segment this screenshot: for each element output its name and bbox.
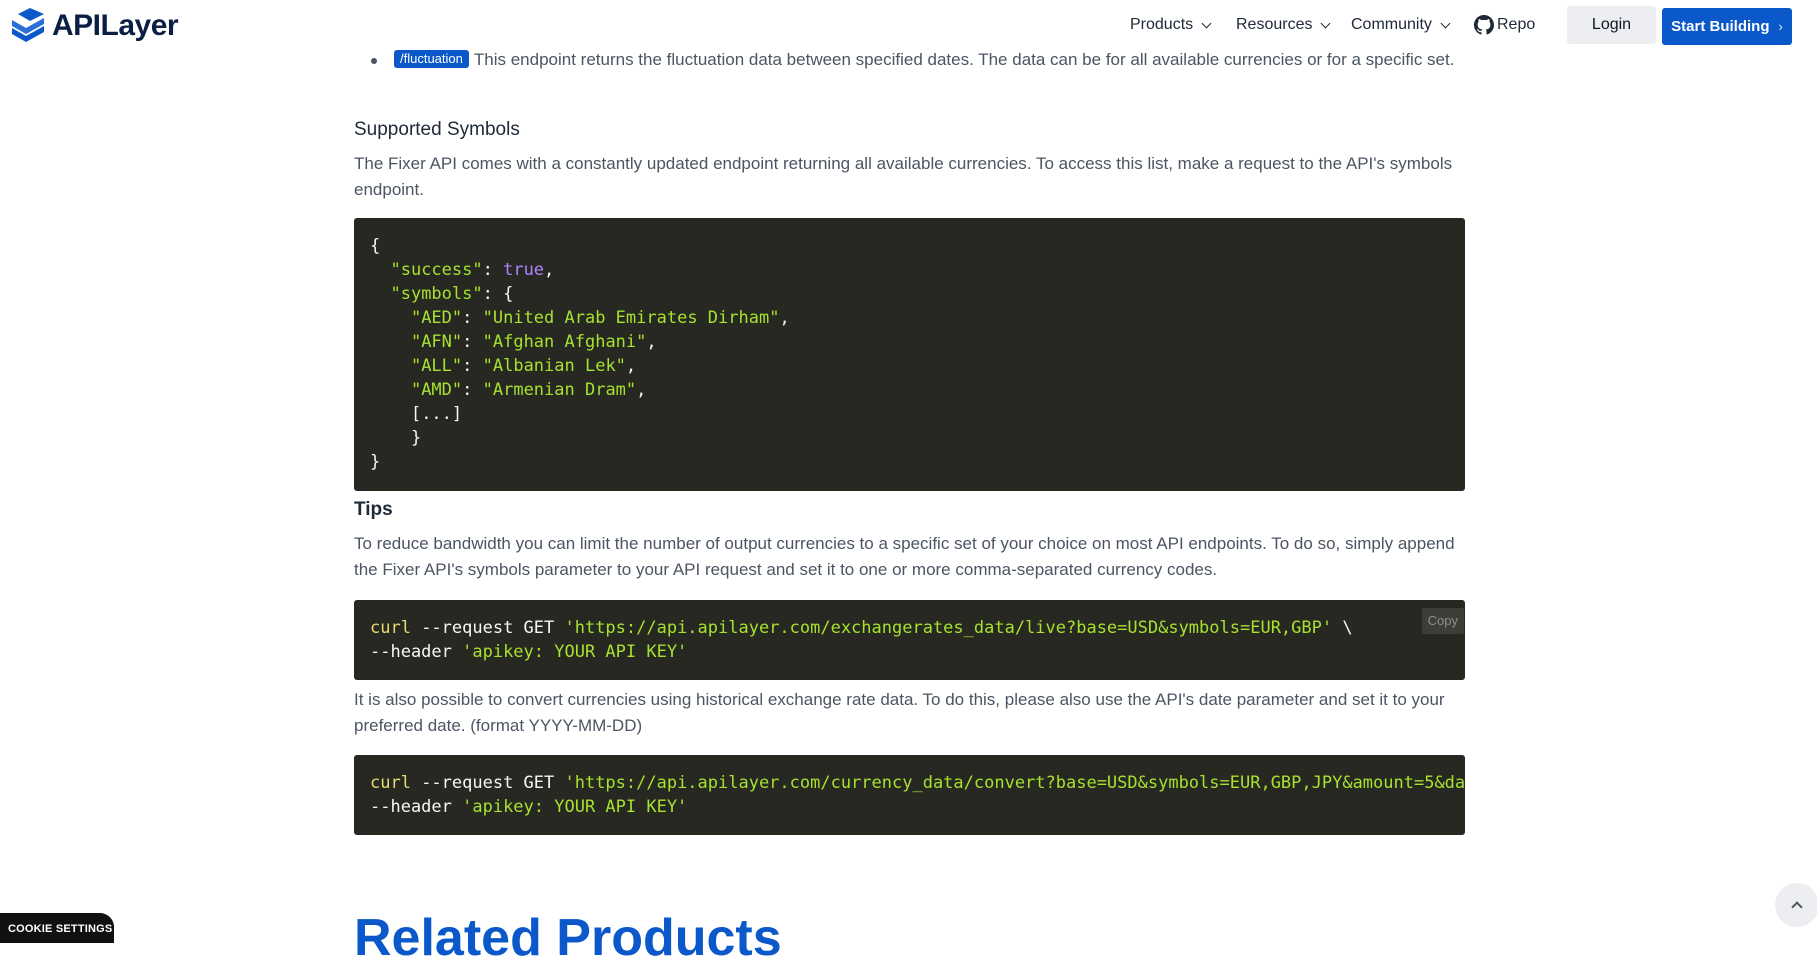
code-content: curl --request GET 'https://api.apilayer… bbox=[370, 773, 1465, 817]
start-building-label: Start Building bbox=[1671, 18, 1770, 35]
cookie-settings-label: COOKIE SETTINGS bbox=[8, 923, 113, 935]
chevron-down-icon bbox=[1201, 18, 1212, 28]
nav-repo[interactable]: Repo bbox=[1474, 0, 1535, 50]
nav-resources[interactable]: Resources bbox=[1236, 0, 1331, 50]
nav-community-label: Community bbox=[1351, 16, 1432, 33]
apilayer-logo-icon bbox=[12, 8, 44, 42]
copy-button[interactable]: Copy bbox=[1421, 608, 1464, 634]
cookie-settings-button[interactable]: COOKIE SETTINGS bbox=[0, 913, 114, 943]
fluctuation-description: This endpoint returns the fluctuation da… bbox=[473, 50, 1455, 69]
nav-repo-label: Repo bbox=[1497, 16, 1536, 33]
login-button[interactable]: Login bbox=[1567, 6, 1656, 44]
nav-resources-label: Resources bbox=[1236, 16, 1313, 33]
curl-live-code-block[interactable]: Copy curl --request GET 'https://api.api… bbox=[354, 600, 1465, 680]
symbols-response-code-block[interactable]: { "success": true, "symbols": { "AED": "… bbox=[354, 218, 1465, 491]
apilayer-logo[interactable]: APILayer bbox=[8, 8, 179, 44]
chevron-up-icon bbox=[1791, 901, 1803, 913]
bullet-icon bbox=[371, 58, 377, 64]
historical-paragraph: It is also possible to convert currencie… bbox=[354, 690, 1445, 735]
top-navigation-bar: APILayer Products Resources Community Re… bbox=[0, 0, 1817, 50]
nav-products[interactable]: Products bbox=[1130, 0, 1212, 50]
chevron-down-icon bbox=[1321, 18, 1331, 28]
chevron-down-icon bbox=[1440, 18, 1451, 28]
tips-heading: Tips bbox=[354, 499, 393, 520]
code-content: { "success": true, "symbols": { "AED": "… bbox=[370, 236, 790, 472]
nav-products-label: Products bbox=[1130, 16, 1194, 33]
related-products-heading: Related Products bbox=[354, 909, 782, 967]
tips-paragraph: To reduce bandwidth you can limit the nu… bbox=[354, 534, 1455, 579]
supported-symbols-heading: Supported Symbols bbox=[354, 119, 520, 140]
curl-convert-code-block[interactable]: curl --request GET 'https://api.apilayer… bbox=[354, 755, 1465, 835]
login-button-label: Login bbox=[1591, 16, 1632, 33]
nav-community[interactable]: Community bbox=[1351, 0, 1451, 50]
fluctuation-endpoint-tag[interactable]: /fluctuation bbox=[394, 50, 469, 68]
github-icon bbox=[1474, 15, 1494, 35]
supported-symbols-paragraph: The Fixer API comes with a constantly up… bbox=[354, 154, 1453, 199]
code-content: curl --request GET 'https://api.apilayer… bbox=[370, 618, 1353, 662]
chevron-right-icon: › bbox=[1778, 19, 1783, 34]
start-building-button[interactable]: Start Building › bbox=[1662, 8, 1792, 45]
logo-wordmark: APILayer bbox=[52, 9, 179, 42]
scroll-to-top-button[interactable] bbox=[1775, 883, 1817, 927]
